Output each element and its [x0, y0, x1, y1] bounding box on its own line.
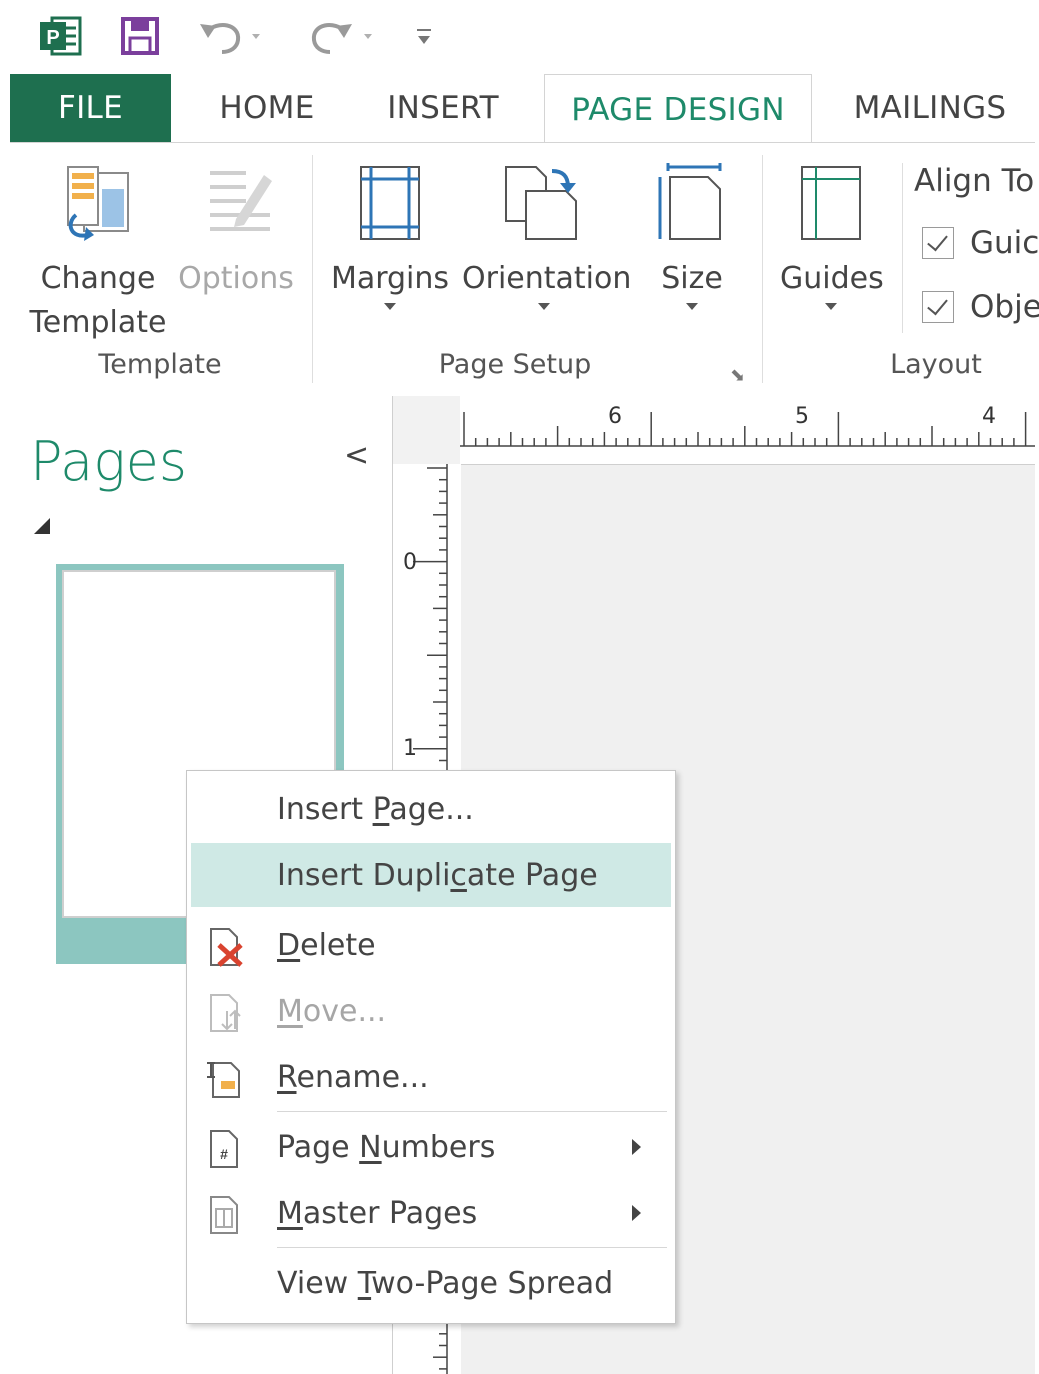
group-separator [312, 155, 313, 383]
tab-insert[interactable]: INSERT [362, 74, 524, 142]
menu-separator [277, 1111, 667, 1112]
checkbox-2-label: Obje [970, 289, 1039, 325]
ruler-number: 1 [403, 736, 417, 761]
context-menu: Insert Page... Insert Duplicate Page Del… [186, 770, 676, 1324]
chevron-down-icon [538, 303, 550, 310]
menu-item-label: Insert Duplicate Page [277, 857, 598, 893]
tab-page-design[interactable]: PAGE DESIGN [544, 74, 812, 144]
group-label-layout: Layout [890, 349, 982, 380]
size-icon [658, 163, 722, 240]
ruler-number: 4 [982, 404, 996, 429]
pages-title: Pages [30, 430, 187, 493]
publisher-app-icon[interactable]: P [36, 14, 86, 58]
customize-qat-icon[interactable] [408, 14, 440, 58]
ruler-number: 0 [403, 550, 417, 575]
ruler-number: 6 [608, 404, 622, 429]
change-template-label-1: Change [40, 261, 156, 296]
change-template-button[interactable]: Change Template [28, 163, 168, 345]
quick-access-toolbar: P [0, 0, 1039, 74]
ruler-corner[interactable] [392, 396, 462, 465]
menu-item-delete[interactable]: Delete [191, 913, 671, 977]
menu-item-move[interactable]: Move... [191, 979, 671, 1043]
orientation-icon [505, 166, 577, 240]
submenu-arrow-icon [632, 1139, 641, 1155]
collapse-pane-icon[interactable]: < [344, 438, 369, 473]
tab-file[interactable]: FILE [10, 74, 171, 142]
align-to-guides-checkbox[interactable]: Guic [922, 225, 1039, 261]
tab-home[interactable]: HOME [192, 74, 342, 142]
svg-text:P: P [46, 27, 59, 49]
delete-page-icon [210, 928, 243, 967]
horizontal-ruler-ticks [460, 412, 1035, 447]
rename-page-icon [207, 1062, 240, 1098]
undo-icon[interactable] [194, 14, 274, 58]
menu-separator [277, 1247, 667, 1248]
group-separator [762, 155, 763, 383]
options-label: Options [178, 261, 294, 296]
group-separator [902, 163, 903, 333]
menu-item-insert-page[interactable]: Insert Page... [191, 777, 671, 841]
size-label: Size [661, 261, 723, 296]
ribbon: Change Template Options Template Margins [10, 142, 1039, 397]
move-page-icon [210, 994, 241, 1032]
menu-item-label: Move... [277, 993, 387, 1029]
menu-item-label: Page Numbers [277, 1129, 496, 1165]
save-icon[interactable] [116, 14, 164, 58]
change-template-icon [67, 166, 129, 241]
orientation-button[interactable]: Orientation [462, 163, 632, 310]
align-to-label: Align To [914, 163, 1035, 199]
orientation-label: Orientation [462, 261, 632, 296]
checkbox-checked-icon [922, 227, 954, 259]
menu-item-label: View Two-Page Spread [277, 1265, 614, 1301]
ribbon-tab-bar: FILE HOME INSERT PAGE DESIGN MAILINGS [10, 74, 1035, 144]
menu-item-label: Insert Page... [277, 791, 474, 827]
menu-item-page-numbers[interactable]: # Page Numbers [191, 1115, 671, 1179]
group-label-template: Template [98, 349, 222, 380]
page-numbers-icon: # [210, 1130, 238, 1168]
options-icon [210, 171, 272, 231]
page-setup-launcher-icon[interactable]: ⬊ [730, 365, 745, 386]
guides-icon [801, 166, 861, 240]
margins-icon [360, 166, 420, 240]
menu-item-label: Delete [277, 927, 376, 963]
menu-item-rename[interactable]: Rename... [191, 1045, 671, 1109]
checkbox-1-label: Guic [970, 225, 1039, 261]
master-pages-icon [210, 1196, 238, 1234]
menu-item-label: Rename... [277, 1059, 429, 1095]
guides-button[interactable]: Guides [780, 163, 884, 310]
checkbox-checked-icon [922, 291, 954, 323]
margins-button[interactable]: Margins [328, 163, 452, 310]
tab-mailings[interactable]: MAILINGS [830, 74, 1030, 142]
group-label-page-setup: Page Setup [438, 349, 592, 380]
chevron-down-icon [825, 303, 837, 310]
menu-item-insert-duplicate-page[interactable]: Insert Duplicate Page [191, 843, 671, 907]
redo-icon[interactable] [300, 14, 384, 58]
change-template-label-2: Template [29, 305, 167, 340]
menu-item-view-two-page-spread[interactable]: View Two-Page Spread [191, 1251, 671, 1315]
menu-item-master-pages[interactable]: Master Pages [191, 1181, 671, 1245]
size-button[interactable]: Size [644, 163, 740, 310]
align-to-objects-checkbox[interactable]: Obje [922, 289, 1039, 325]
chevron-down-icon [384, 303, 396, 310]
ruler-number: 5 [795, 404, 809, 429]
options-button[interactable]: Options [176, 163, 296, 301]
menu-item-label: Master Pages [277, 1195, 478, 1231]
margins-label: Margins [330, 261, 450, 296]
expand-triangle-icon[interactable] [34, 518, 50, 534]
submenu-arrow-icon [632, 1205, 641, 1221]
chevron-down-icon [686, 303, 698, 310]
horizontal-ruler[interactable]: 6 5 4 [460, 396, 1035, 465]
guides-label: Guides [780, 261, 884, 296]
svg-text:#: # [220, 1146, 228, 1162]
